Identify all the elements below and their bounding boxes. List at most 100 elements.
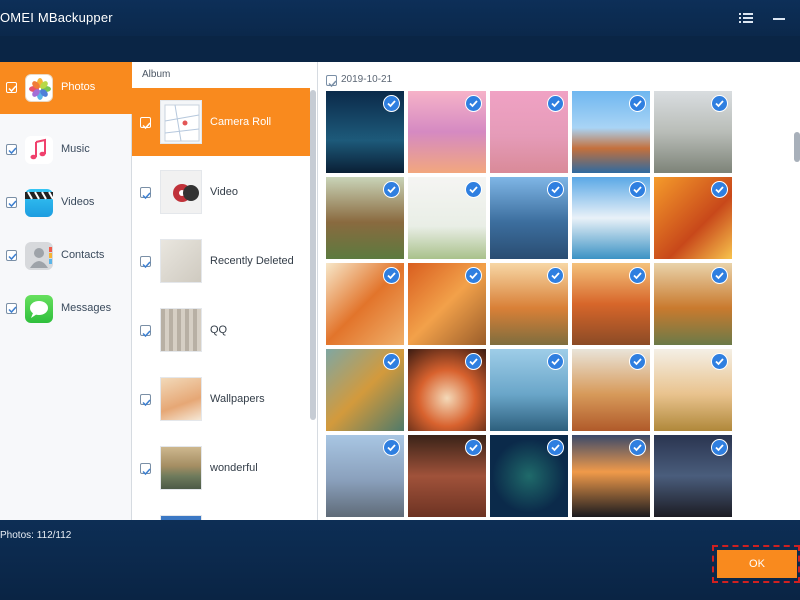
photo-tile[interactable] [654,177,732,259]
category-label: Messages [61,302,112,314]
photo-tile[interactable] [572,349,650,431]
album-thumbnail [160,377,202,421]
checkbox-checked[interactable] [6,197,17,208]
album-thumbnail [160,308,202,352]
check-badge-icon[interactable] [383,95,400,112]
album-wonderful[interactable]: wonderful [132,434,310,502]
check-badge-icon[interactable] [547,439,564,456]
photo-tile[interactable] [490,349,568,431]
photo-tile[interactable] [490,263,568,345]
photo-tile[interactable] [326,349,404,431]
album-label: Camera Roll [210,116,272,128]
photo-tile[interactable] [408,177,486,259]
album-video[interactable]: Video [132,158,310,226]
photo-tile[interactable] [654,91,732,173]
contacts-app-icon [25,242,53,270]
checkbox-checked[interactable] [140,463,151,476]
photo-tile[interactable] [572,91,650,173]
album-scrollbar[interactable] [310,90,316,420]
check-badge-icon[interactable] [547,353,564,370]
checkbox-checked[interactable] [6,82,17,93]
checkbox-checked[interactable] [140,325,151,338]
check-badge-icon[interactable] [711,353,728,370]
photo-tile[interactable] [654,435,732,517]
check-badge-icon[interactable] [629,439,646,456]
category-messages[interactable]: Messages [0,283,132,335]
ok-highlight: OK [712,545,800,583]
category-label: Videos [61,196,95,208]
photo-tile[interactable] [326,177,404,259]
album-thumbnail [160,239,202,283]
header-band [0,36,800,62]
photo-tile[interactable] [326,91,404,173]
photo-tile[interactable] [408,349,486,431]
check-badge-icon[interactable] [383,439,400,456]
checkbox-checked[interactable] [140,256,151,269]
album-label: Wallpapers [210,393,265,405]
check-badge-icon[interactable] [383,267,400,284]
photo-tile[interactable] [572,435,650,517]
photo-tile[interactable] [572,177,650,259]
photo-tile[interactable] [408,263,486,345]
title-bar: OMEI MBackupper [0,0,800,36]
checkbox-checked[interactable] [6,144,17,155]
ok-button[interactable]: OK [717,550,797,578]
category-music[interactable]: Music [0,124,132,176]
album-label: wonderful [210,462,258,474]
photo-tile[interactable] [654,263,732,345]
check-badge-icon[interactable] [465,439,482,456]
photo-tile[interactable] [326,435,404,517]
main-panel: Photos Music Videos Contacts Messages Al… [0,62,800,520]
checkbox-checked[interactable] [326,75,337,88]
check-badge-icon[interactable] [465,353,482,370]
check-badge-icon[interactable] [629,181,646,198]
photo-tile[interactable] [490,435,568,517]
check-badge-icon[interactable] [547,181,564,198]
check-badge-icon[interactable] [383,181,400,198]
category-contacts[interactable]: Contacts [0,230,132,282]
photo-tile[interactable] [408,91,486,173]
category-photos[interactable]: Photos [0,62,132,114]
album-thumbnail [160,446,202,490]
album-next[interactable] [132,503,310,520]
minimize-icon[interactable] [773,18,785,20]
album-wallpapers[interactable]: Wallpapers [132,365,310,433]
album-camera-roll[interactable]: Camera Roll [132,88,310,156]
check-badge-icon[interactable] [465,181,482,198]
check-badge-icon[interactable] [711,95,728,112]
checkbox-checked[interactable] [6,303,17,314]
photo-grid: 2019-10-21 [318,62,800,520]
checkbox-checked[interactable] [140,187,151,200]
photo-tile[interactable] [490,91,568,173]
check-badge-icon[interactable] [711,181,728,198]
photo-tile[interactable] [490,177,568,259]
check-badge-icon[interactable] [629,353,646,370]
album-qq[interactable]: QQ [132,296,310,364]
check-badge-icon[interactable] [629,95,646,112]
photo-tile[interactable] [408,435,486,517]
photo-count: Photos: 112/112 [0,530,72,541]
check-badge-icon[interactable] [465,267,482,284]
video-clapper-icon [25,189,54,217]
checkbox-checked[interactable] [140,394,151,407]
check-badge-icon[interactable] [547,95,564,112]
date-group-label: 2019-10-21 [341,74,393,85]
check-badge-icon[interactable] [711,267,728,284]
check-badge-icon[interactable] [629,267,646,284]
grid-scrollbar[interactable] [794,132,800,162]
photo-tile[interactable] [326,263,404,345]
photo-tile[interactable] [572,263,650,345]
check-badge-icon[interactable] [711,439,728,456]
album-recently-deleted[interactable]: Recently Deleted [132,227,310,295]
check-badge-icon[interactable] [465,95,482,112]
checkbox-checked[interactable] [6,250,17,261]
app-title: OMEI MBackupper [0,10,113,25]
checkbox-checked[interactable] [140,117,151,130]
photos-app-icon [25,74,53,102]
check-badge-icon[interactable] [547,267,564,284]
category-label: Music [61,143,90,155]
list-menu-icon[interactable] [739,11,753,23]
photo-tile[interactable] [654,349,732,431]
category-videos[interactable]: Videos [0,177,132,229]
check-badge-icon[interactable] [383,353,400,370]
